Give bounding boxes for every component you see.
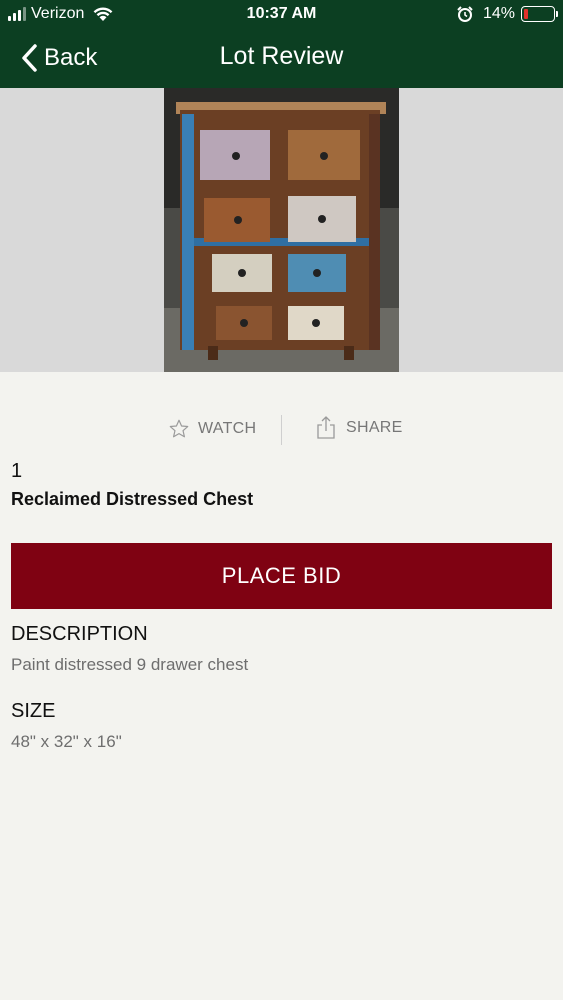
watch-button[interactable]: WATCH (168, 418, 256, 440)
share-icon (317, 416, 335, 439)
lot-photo[interactable] (164, 88, 399, 372)
status-bar-right: 14% (457, 5, 558, 23)
watch-label: WATCH (198, 420, 257, 437)
size-text: 48" x 32" x 16" (11, 732, 122, 751)
nav-bar: Back Lot Review (0, 30, 563, 88)
wifi-icon (93, 7, 113, 21)
back-button[interactable]: Back (20, 40, 97, 76)
action-divider (281, 415, 282, 445)
status-bar-left: Verizon (8, 5, 114, 23)
signal-icon (8, 7, 26, 21)
alarm-icon (457, 6, 473, 22)
share-label: SHARE (346, 419, 403, 436)
share-button[interactable]: SHARE (316, 416, 403, 440)
battery-icon (521, 6, 558, 22)
battery-percent: 14% (482, 5, 515, 22)
status-bar: Verizon 10:37 AM 14% (0, 0, 563, 30)
lot-number: 1 (11, 460, 23, 482)
carrier-name: Verizon (31, 5, 85, 22)
description-text: Paint distressed 9 drawer chest (11, 655, 249, 674)
chevron-left-icon (22, 44, 37, 72)
action-row: WATCH SHARE (0, 410, 563, 450)
lot-title: Reclaimed Distressed Chest (11, 489, 254, 509)
back-label: Back (44, 44, 98, 71)
place-bid-button[interactable]: PLACE BID (11, 543, 552, 609)
battery-level (524, 9, 528, 19)
description-heading: DESCRIPTION (11, 623, 148, 645)
star-outline-icon (169, 419, 189, 438)
size-heading: SIZE (11, 700, 56, 722)
lot-image-area (0, 88, 563, 372)
app-header: Verizon 10:37 AM 14% Back Lot Review (0, 0, 563, 88)
